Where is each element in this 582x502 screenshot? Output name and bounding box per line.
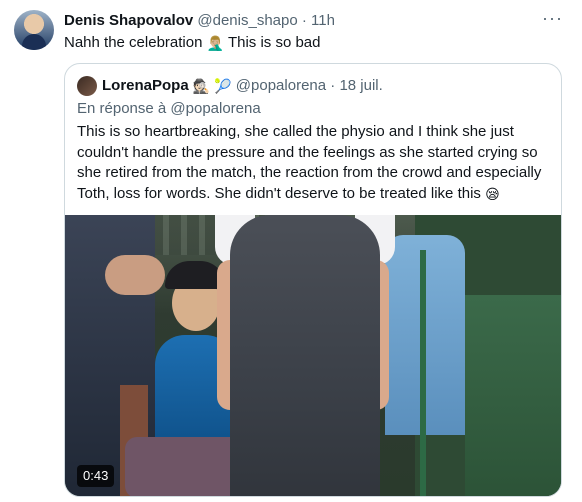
separator-dot: · xyxy=(301,12,307,29)
video-player[interactable]: 0:43 xyxy=(65,215,561,496)
quoted-display-name[interactable]: LorenaPopa xyxy=(102,77,189,94)
avatar[interactable] xyxy=(14,10,54,50)
tweet-header: Denis Shapovalov @denis_shapo · 11h xyxy=(64,11,335,31)
quoted-text-body: This is so heartbreaking, she called the… xyxy=(77,123,542,202)
reply-context: En réponse à @popalorena xyxy=(77,99,261,119)
quoted-text: This is so heartbreaking, she called the… xyxy=(77,122,555,204)
quoted-handle[interactable]: @popalorena xyxy=(236,77,326,94)
quoted-date[interactable]: 18 juil. xyxy=(339,77,382,94)
video-dress xyxy=(230,215,380,496)
video-duration-badge: 0:43 xyxy=(77,465,115,487)
quoted-header: LorenaPopa 🕵🏻 🎾 @popalorena · 18 juil. xyxy=(102,76,383,96)
quoted-badge-emojis: 🕵🏻 🎾 xyxy=(192,78,232,94)
more-options-icon[interactable]: ··· xyxy=(542,8,563,28)
video-arm xyxy=(105,255,165,295)
display-name[interactable]: Denis Shapovalov xyxy=(64,12,193,29)
tweet-text-part: This is so bad xyxy=(224,34,321,51)
facepalm-emoji: 🤦🏼‍♂️ xyxy=(206,35,225,51)
timestamp[interactable]: 11h xyxy=(311,12,335,29)
reply-prefix: En réponse à xyxy=(77,100,171,117)
quoted-avatar[interactable] xyxy=(77,76,97,96)
video-towel xyxy=(125,437,245,496)
video-background-board xyxy=(465,295,561,496)
sleepy-face-emoji: 😪 xyxy=(485,185,500,202)
tweet[interactable]: Denis Shapovalov @denis_shapo · 11h ··· … xyxy=(0,0,582,502)
video-cap xyxy=(165,261,225,289)
quoted-tweet[interactable]: LorenaPopa 🕵🏻 🎾 @popalorena · 18 juil. E… xyxy=(64,63,562,497)
video-pole xyxy=(420,250,426,496)
tweet-text-part: Nahh the celebration xyxy=(64,34,207,51)
reply-mention-link[interactable]: @popalorena xyxy=(170,100,260,117)
separator-dot: · xyxy=(330,77,336,94)
tweet-text: Nahh the celebration 🤦🏼‍♂️ This is so ba… xyxy=(64,33,321,53)
handle[interactable]: @denis_shapo xyxy=(197,12,297,29)
